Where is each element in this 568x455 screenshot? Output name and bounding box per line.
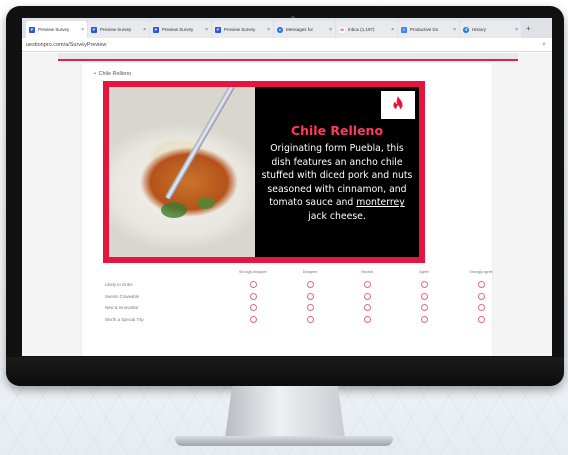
garnish (197, 197, 215, 209)
address-bar[interactable]: uestionpro.com/a/SurveyPreview ⌕ (22, 38, 552, 52)
likert-matrix: Strongly disagree Disagree Neutral Agree… (103, 268, 493, 327)
desc-text: jack cheese. (308, 210, 366, 222)
likert-row: New & Innovative (103, 303, 485, 315)
banner-stripe (58, 59, 518, 61)
close-icon[interactable]: × (81, 27, 84, 33)
row-label: Likely to Order (105, 282, 133, 287)
question-card: • Chile Relleno Chile Relleno Originatin… (82, 63, 493, 356)
survey-icon: P (91, 26, 97, 33)
radio-button[interactable] (249, 304, 257, 311)
tab-title: Messages for (286, 27, 314, 32)
radio-button[interactable] (363, 281, 371, 288)
dish-title: Chile Relleno (290, 123, 384, 138)
survey-icon: P (215, 26, 221, 33)
radio-button[interactable] (477, 304, 485, 311)
search-icon[interactable]: ⌕ (542, 41, 546, 49)
radio-button[interactable] (249, 281, 257, 288)
column-label: Strongly agree (469, 270, 493, 274)
column-label: Neutral (361, 270, 373, 274)
radio-button[interactable] (420, 315, 428, 323)
required-marker: • (94, 71, 96, 77)
dish-image: Chile Relleno Originating form Puebla, t… (103, 81, 425, 263)
tab-title: Inbox (1,197) (348, 27, 375, 32)
likert-header: Strongly disagree Disagree Neutral Agree… (103, 268, 493, 280)
likert-row: Likely to Order (103, 280, 485, 292)
survey-header-banner (58, 53, 518, 61)
browser-tab[interactable]: P Preview Survey × (88, 21, 149, 38)
radio-button[interactable] (306, 281, 314, 288)
survey-icon: P (153, 26, 159, 33)
browser-tab[interactable]: P Preview Survey × (26, 21, 87, 38)
desc-underlined: monterrey (356, 197, 405, 209)
browser-tab[interactable]: ≡ Productive Do × (398, 21, 459, 38)
tab-title: Preview Survey (162, 27, 194, 32)
garnish (161, 202, 187, 218)
history-icon: ↺ (463, 26, 469, 33)
row-label: Seems Craveable (105, 293, 140, 299)
survey-icon: P (29, 26, 35, 33)
tab-title: Preview Survey (38, 27, 70, 32)
radio-button[interactable] (249, 292, 257, 300)
close-icon[interactable]: × (515, 27, 518, 33)
radio-button[interactable] (420, 304, 428, 311)
radio-button[interactable] (363, 304, 371, 311)
radio-button[interactable] (306, 292, 314, 300)
dish-image-inner: Chile Relleno Originating form Puebla, t… (109, 87, 419, 257)
likert-row: Worth a Special Trip (103, 315, 485, 327)
tab-title: Productive Do (410, 27, 439, 32)
docs-icon: ≡ (401, 26, 407, 33)
radio-button[interactable] (420, 292, 428, 300)
screen: P Preview Survey × P Preview Survey × P … (22, 18, 552, 356)
question-label: • Chile Relleno (94, 71, 131, 77)
close-icon[interactable]: × (391, 27, 394, 33)
browser-tab[interactable]: ● Messages for × (274, 21, 335, 38)
messages-icon: ● (277, 26, 283, 33)
row-label: New & Innovative (105, 305, 139, 310)
survey-page: • Chile Relleno Chile Relleno Originatin… (22, 53, 552, 356)
tab-title: Preview Survey (100, 27, 132, 32)
browser-tab-bar: P Preview Survey × P Preview Survey × P … (22, 18, 552, 38)
radio-button[interactable] (306, 315, 314, 323)
radio-button[interactable] (249, 315, 257, 323)
question-text: Chile Relleno (98, 71, 132, 77)
close-icon[interactable]: × (453, 27, 456, 33)
monitor-chin (6, 357, 564, 386)
tab-title: History (472, 27, 487, 32)
close-icon[interactable]: × (143, 27, 146, 33)
fork (164, 87, 236, 200)
dish-text-panel: Chile Relleno Originating form Puebla, t… (255, 87, 419, 257)
radio-button[interactable] (477, 315, 485, 323)
monitor-stand-base (175, 436, 393, 446)
monitor-stand (225, 386, 345, 438)
dish-description: Originating form Puebla, this dish featu… (261, 142, 413, 224)
flame-icon (381, 91, 415, 119)
close-icon[interactable]: × (329, 27, 332, 33)
url-text: uestionpro.com/a/SurveyPreview (26, 42, 107, 48)
column-label: Strongly disagree (239, 270, 267, 274)
radio-button[interactable] (477, 292, 485, 300)
column-label: Agree (419, 270, 429, 274)
browser-tab[interactable]: M Inbox (1,197) × (336, 21, 397, 38)
browser-tab[interactable]: P Preview Survey × (212, 21, 273, 38)
close-icon[interactable]: × (205, 27, 208, 33)
tab-title: Preview Survey (224, 27, 256, 32)
column-label: Disagree (302, 270, 318, 274)
browser-tab[interactable]: P Preview Survey × (150, 21, 211, 38)
close-icon[interactable]: × (267, 27, 270, 33)
new-tab-button[interactable]: + (526, 24, 531, 33)
radio-button[interactable] (363, 315, 371, 323)
radio-button[interactable] (363, 292, 371, 300)
likert-row: Seems Craveable (103, 292, 485, 304)
row-label: Worth a Special Trip (105, 316, 144, 322)
browser-tab[interactable]: ↺ History × (460, 21, 521, 38)
gmail-icon: M (339, 26, 345, 33)
radio-button[interactable] (306, 304, 314, 311)
radio-button[interactable] (477, 281, 485, 288)
dish-photo (109, 87, 255, 257)
radio-button[interactable] (420, 281, 428, 288)
